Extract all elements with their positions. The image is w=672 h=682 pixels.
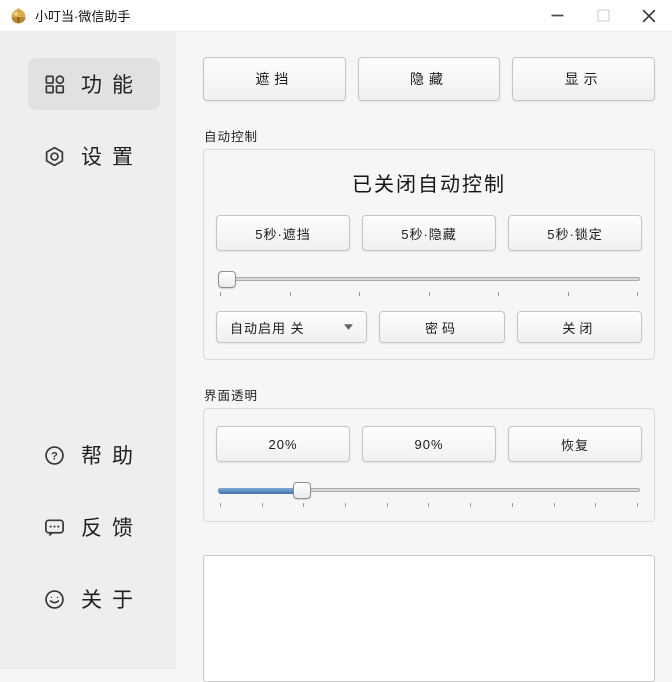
top-action-row: 遮挡 隐藏 显示 <box>203 57 655 101</box>
transparency-preset-row: 20% 90% 恢复 <box>216 426 642 462</box>
svg-text:?: ? <box>51 450 58 462</box>
delay-slider-handle[interactable] <box>218 271 236 288</box>
sidebar-item-feedback[interactable]: 反馈 <box>28 501 160 553</box>
timer-cover-button[interactable]: 5秒·遮挡 <box>216 215 350 251</box>
sidebar-item-label: 功能 <box>81 69 143 99</box>
sidebar: 功能 设置 ? 帮助 <box>0 32 176 669</box>
delay-slider-ticks <box>220 292 638 296</box>
auto-control-section-label: 自动控制 <box>204 126 655 145</box>
sidebar-item-label: 设置 <box>81 141 143 171</box>
sidebar-item-about[interactable]: 关于 <box>28 573 160 625</box>
window-body: 功能 设置 ? 帮助 <box>0 32 672 669</box>
opacity-slider-ticks <box>220 503 638 507</box>
opacity-slider-fill <box>218 488 302 494</box>
auto-enable-dropdown[interactable]: 自动启用 关 <box>216 311 367 343</box>
cover-button[interactable]: 遮挡 <box>203 57 346 101</box>
auto-enable-dropdown-value: 自动启用 关 <box>230 318 305 337</box>
sidebar-item-settings[interactable]: 设置 <box>28 130 160 182</box>
delay-slider[interactable] <box>218 271 640 289</box>
titlebar: 小叮当·微信助手 <box>0 0 672 32</box>
opacity-slider-handle[interactable] <box>293 482 311 499</box>
sidebar-item-label: 帮助 <box>81 440 143 470</box>
auto-control-buttons-row: 自动启用 关 密码 关闭 <box>216 311 642 343</box>
password-button[interactable]: 密码 <box>379 311 504 343</box>
window-title: 小叮当·微信助手 <box>35 6 130 25</box>
app-bell-icon <box>10 7 27 24</box>
transparency-groupbox: 20% 90% 恢复 <box>203 408 655 522</box>
sidebar-spacer <box>0 202 176 429</box>
delay-slider-track[interactable] <box>218 277 640 281</box>
sidebar-item-help[interactable]: ? 帮助 <box>28 429 160 481</box>
minimize-button[interactable] <box>534 0 580 31</box>
window-controls <box>534 0 672 31</box>
comment-dots-icon <box>43 516 66 539</box>
sidebar-item-functions[interactable]: 功能 <box>28 58 160 110</box>
transparency-section-label: 界面透明 <box>204 385 655 404</box>
show-button[interactable]: 显示 <box>512 57 655 101</box>
grid-icon <box>43 73 66 96</box>
opacity-20-button[interactable]: 20% <box>216 426 350 462</box>
timer-button-row: 5秒·遮挡 5秒·隐藏 5秒·锁定 <box>216 215 642 251</box>
timer-hide-button[interactable]: 5秒·隐藏 <box>362 215 496 251</box>
opacity-90-button[interactable]: 90% <box>362 426 496 462</box>
opacity-restore-button[interactable]: 恢复 <box>508 426 642 462</box>
question-circle-icon: ? <box>43 444 66 467</box>
maximize-button[interactable] <box>580 0 626 31</box>
timer-lock-button[interactable]: 5秒·锁定 <box>508 215 642 251</box>
auto-control-status: 已关闭自动控制 <box>216 168 642 197</box>
opacity-slider[interactable] <box>218 482 640 500</box>
auto-close-button[interactable]: 关闭 <box>517 311 642 343</box>
main-panel: 遮挡 隐藏 显示 自动控制 已关闭自动控制 5秒·遮挡 5秒·隐藏 5秒·锁定 … <box>176 32 672 669</box>
auto-control-groupbox: 已关闭自动控制 5秒·遮挡 5秒·隐藏 5秒·锁定 自动启用 关 <box>203 149 655 360</box>
sidebar-item-label: 反馈 <box>81 512 143 542</box>
close-button[interactable] <box>626 0 672 31</box>
gear-icon <box>43 145 66 168</box>
smiley-icon <box>43 588 66 611</box>
sidebar-item-label: 关于 <box>81 584 143 614</box>
hide-button[interactable]: 隐藏 <box>358 57 501 101</box>
log-textarea[interactable] <box>203 555 655 682</box>
chevron-down-icon <box>344 324 353 330</box>
